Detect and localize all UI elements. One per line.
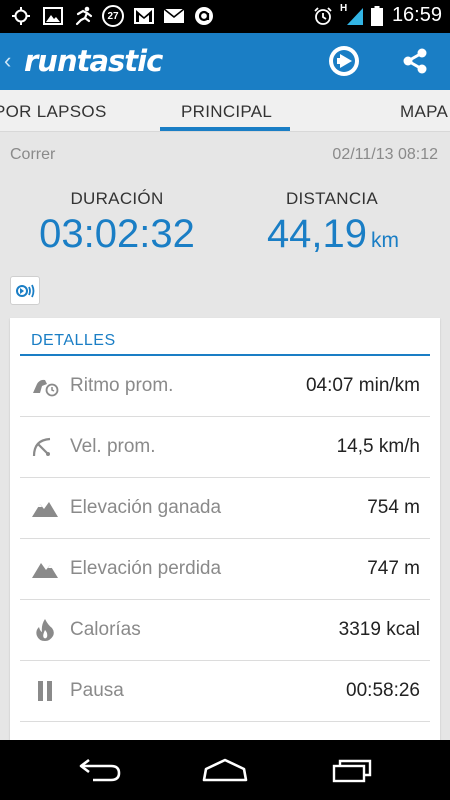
app-bar: ‹ runtastic xyxy=(0,33,450,90)
tab-map[interactable]: MAPA xyxy=(400,102,448,122)
details-card: DETALLES Ritmo prom. 04:07 min/km Vel. p… xyxy=(10,318,440,740)
detail-row-elevation-loss: Elevación perdida 747 m xyxy=(20,539,430,600)
distance-label: DISTANCIA xyxy=(285,189,379,208)
distance-value: 44,19 xyxy=(266,212,368,256)
duration-label: DURACIÓN xyxy=(70,189,164,208)
detail-label: Pausa xyxy=(70,680,124,701)
share-icon xyxy=(403,48,427,74)
battery-icon xyxy=(370,6,384,26)
tab-bar: POR LAPSOS PRINCIPAL MAPA xyxy=(0,90,450,132)
distance-unit: km xyxy=(371,229,400,252)
gmail-icon xyxy=(133,6,155,26)
tab-laps[interactable]: POR LAPSOS xyxy=(0,102,107,122)
signal-strength-icon: H xyxy=(340,3,366,26)
home-icon xyxy=(202,758,248,782)
flame-icon xyxy=(31,618,59,642)
elevation-gain-icon xyxy=(31,496,59,520)
alarm-icon xyxy=(312,6,334,26)
detail-value: 00:58:26 xyxy=(346,680,420,701)
mail-icon xyxy=(163,6,185,26)
distance-display: 44,19 km xyxy=(228,212,438,257)
detail-label: Vel. prom. xyxy=(70,436,156,457)
pause-icon xyxy=(31,679,59,703)
detail-row-pause: Pausa 00:58:26 xyxy=(20,661,430,722)
detail-value: 754 m xyxy=(367,497,420,518)
voice-feedback-icon xyxy=(16,284,35,297)
detail-value: 14,5 km/h xyxy=(336,436,420,457)
elevation-loss-icon xyxy=(31,557,59,581)
activity-type: Correr xyxy=(10,146,56,163)
app-notification-icon xyxy=(193,6,215,26)
detail-row-elevation-gain: Elevación ganada 754 m xyxy=(20,478,430,539)
recent-apps-button[interactable] xyxy=(327,755,377,785)
main-content: Correr 02/11/13 08:12 DURACIÓN 03:02:32 … xyxy=(0,132,450,740)
notification-count-badge: 27 xyxy=(102,5,124,27)
details-title: DETALLES xyxy=(31,332,116,349)
play-video-button[interactable] xyxy=(327,44,361,78)
back-chevron-icon[interactable]: ‹ xyxy=(4,50,11,72)
back-button[interactable] xyxy=(75,755,125,785)
recent-apps-icon xyxy=(332,759,372,783)
duration-value: 03:02:32 xyxy=(39,212,195,256)
detail-label: Ritmo prom. xyxy=(70,375,174,396)
back-arrow-icon xyxy=(79,758,121,782)
status-bar: 27 H 16:59 xyxy=(0,0,450,33)
gallery-icon xyxy=(42,6,64,26)
clock-time: 16:59 xyxy=(391,4,442,26)
pace-icon xyxy=(31,374,59,398)
play-icon xyxy=(329,46,359,76)
detail-label: Elevación ganada xyxy=(70,497,222,518)
detail-value: 04:07 min/km xyxy=(305,375,420,396)
home-button[interactable] xyxy=(200,755,250,785)
detail-row-calories: Calorías 3319 kcal xyxy=(20,600,430,661)
share-button[interactable] xyxy=(398,44,432,78)
gps-icon xyxy=(10,6,32,26)
speedometer-icon xyxy=(31,435,59,459)
detail-value: 747 m xyxy=(367,558,420,579)
detail-row-pace: Ritmo prom. 04:07 min/km xyxy=(20,356,430,417)
tab-main[interactable]: PRINCIPAL xyxy=(181,102,272,122)
activity-datetime: 02/11/13 08:12 xyxy=(332,146,438,163)
runner-icon xyxy=(72,6,96,26)
runtastic-logo[interactable]: runtastic xyxy=(24,44,163,78)
active-tab-indicator xyxy=(160,127,290,131)
system-navigation-bar xyxy=(0,740,450,800)
detail-label: Elevación perdida xyxy=(70,558,222,579)
network-type-label: H xyxy=(340,3,348,14)
detail-label: Calorías xyxy=(70,619,141,640)
detail-value: 3319 kcal xyxy=(338,619,420,640)
detail-row-speed: Vel. prom. 14,5 km/h xyxy=(20,417,430,478)
voice-feedback-button[interactable] xyxy=(10,276,40,305)
